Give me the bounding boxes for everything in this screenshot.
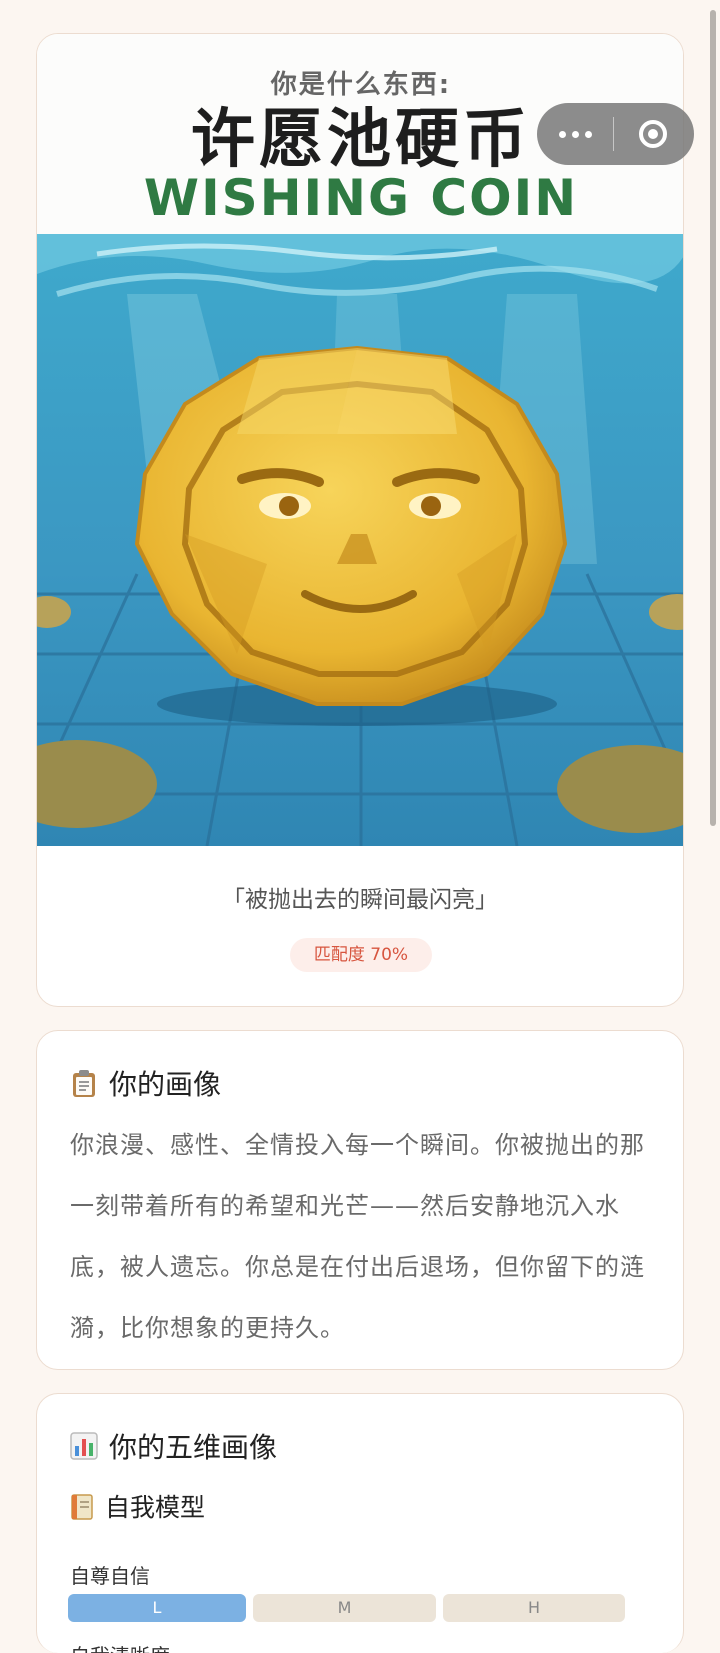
more-dots-icon[interactable] <box>537 103 613 165</box>
result-card: 你是什么东西: 许愿池硬币 WISHING COIN 「被抛出去的瞬间最闪亮」 … <box>36 33 684 1007</box>
notebook-icon <box>71 1494 93 1520</box>
self-model-title: 自我模型 <box>105 1493 206 1522</box>
clipboard-icon <box>73 1070 95 1097</box>
target-close-icon[interactable] <box>614 103 692 165</box>
level-M: M <box>253 1594 436 1622</box>
self-model-title-row: 自我模型 <box>69 1488 205 1524</box>
dimensions-card: 你的五维画像 自我模型 自尊自信 L M H 自我清晰度 <box>36 1393 684 1653</box>
dimensions-title: 你的五维画像 <box>109 1431 278 1464</box>
profile-card: 你的画像 你浪漫、感性、全情投入每一个瞬间。你被抛出的那一刻带着所有的希望和光芒… <box>36 1030 684 1370</box>
level-L: L <box>68 1594 246 1622</box>
metric-label-self-clarity: 自我清晰度 <box>70 1640 170 1653</box>
poster-question: 你是什么东西: <box>270 70 452 100</box>
bar-chart-icon <box>70 1432 98 1460</box>
metric-label-self-esteem: 自尊自信 <box>70 1564 150 1588</box>
match-badge: 匹配度 70% <box>290 938 432 972</box>
profile-description: 你浪漫、感性、全情投入每一个瞬间。你被抛出的那一刻带着所有的希望和光芒——然后安… <box>70 1131 645 1342</box>
profile-title: 你的画像 <box>109 1068 222 1101</box>
level-H: H <box>443 1594 625 1622</box>
profile-section-title: 你的画像 <box>69 1063 221 1103</box>
dimensions-section-title: 你的五维画像 <box>69 1426 277 1466</box>
miniprogram-capsule <box>537 103 694 165</box>
scrollbar[interactable] <box>710 10 716 826</box>
wishing-coin-illustration <box>37 234 683 846</box>
poster-title-en: WISHING COIN <box>143 169 579 227</box>
result-quote: 「被抛出去的瞬间最闪亮」 <box>222 887 498 913</box>
